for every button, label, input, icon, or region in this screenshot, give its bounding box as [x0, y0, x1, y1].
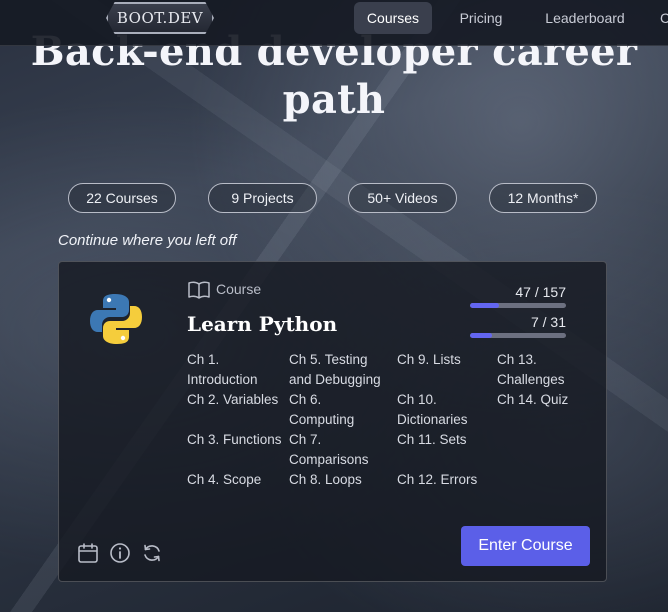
course-card[interactable]: Course Learn Python 47 / 157 7 / 31 Ch 1…: [58, 261, 607, 582]
chapter-item[interactable]: Ch 13. Challenges: [497, 350, 577, 390]
nav-courses[interactable]: Courses: [354, 2, 432, 34]
chapter-item[interactable]: Ch 5. Testing and Debugging: [289, 350, 389, 390]
chapter-item[interactable]: Ch 6. Computing: [289, 390, 389, 430]
refresh-icon[interactable]: [141, 542, 163, 564]
stat-projects: 9 Projects: [208, 183, 317, 213]
chapter-item[interactable]: Ch 11. Sets: [397, 430, 497, 470]
site-logo[interactable]: BOOT.DEV: [106, 2, 214, 34]
nav-leaderboard[interactable]: Leaderboard: [532, 2, 638, 34]
chapter-item[interactable]: Ch 3. Functions: [187, 430, 287, 470]
chapter-list: Ch 1. Introduction Ch 2. Variables Ch 3.…: [187, 350, 587, 490]
chapter-column-3: Ch 9. Lists Ch 10. Dictionaries Ch 11. S…: [397, 350, 497, 510]
chapter-item[interactable]: Ch 4. Scope: [187, 470, 287, 510]
lessons-progress-fill: [470, 303, 499, 308]
calendar-icon[interactable]: [77, 542, 99, 564]
chapter-item[interactable]: Ch 8. Loops: [289, 470, 389, 510]
info-icon[interactable]: [109, 542, 131, 564]
chapter-column-1: Ch 1. Introduction Ch 2. Variables Ch 3.…: [187, 350, 287, 510]
chapter-item[interactable]: Ch 2. Variables: [187, 390, 287, 430]
top-nav: BOOT.DEV Courses Pricing Leaderboard C: [0, 0, 668, 46]
stat-courses: 22 Courses: [68, 183, 176, 213]
chapter-item[interactable]: Ch 9. Lists: [397, 350, 497, 390]
continue-heading: Continue where you left off: [58, 232, 237, 249]
course-title[interactable]: Learn Python: [187, 312, 337, 336]
page-title-line2: path: [282, 76, 386, 123]
chapter-item[interactable]: Ch 12. Errors: [397, 470, 497, 510]
python-logo-icon: [90, 294, 142, 344]
book-icon: [188, 281, 210, 299]
stat-videos: 50+ Videos: [348, 183, 457, 213]
stat-months: 12 Months*: [489, 183, 597, 213]
chapter-column-4: Ch 13. Challenges Ch 14. Quiz: [497, 350, 577, 430]
chapters-progress-bar: [470, 333, 566, 338]
chapters-progress-text: 7 / 31: [530, 314, 566, 330]
lessons-progress-bar: [470, 303, 566, 308]
nav-item-cut[interactable]: C: [660, 2, 668, 34]
course-kind-label: Course: [216, 281, 262, 297]
nav-pricing[interactable]: Pricing: [447, 2, 515, 34]
chapter-column-2: Ch 5. Testing and Debugging Ch 6. Comput…: [289, 350, 389, 510]
chapter-item[interactable]: Ch 10. Dictionaries: [397, 390, 497, 430]
chapter-item[interactable]: Ch 1. Introduction: [187, 350, 287, 390]
chapter-item[interactable]: Ch 7. Comparisons: [289, 430, 389, 470]
chapter-item[interactable]: Ch 14. Quiz: [497, 390, 577, 430]
chapters-progress-fill: [470, 333, 493, 338]
enter-course-button[interactable]: Enter Course: [461, 526, 590, 566]
lessons-progress-text: 47 / 157: [515, 284, 566, 300]
